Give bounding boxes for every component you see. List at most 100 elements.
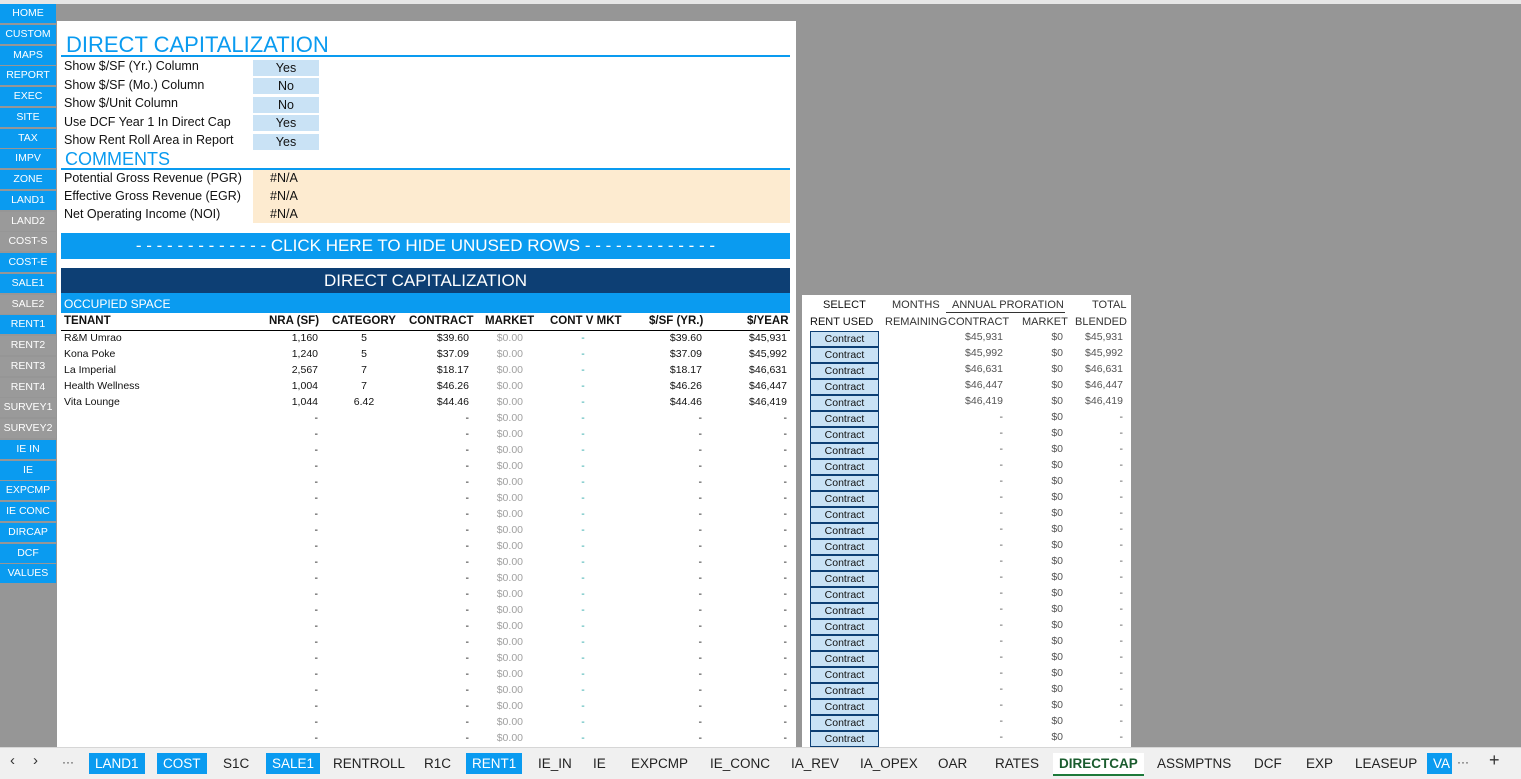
nav-home-button[interactable]: HOME — [0, 4, 56, 23]
blended-total-value: - — [1119, 651, 1124, 663]
tab-more-right-icon[interactable]: ··· — [1457, 755, 1469, 769]
sheet-tab-ia-opex[interactable]: IA_OPEX — [854, 753, 924, 774]
hide-unused-rows-button[interactable]: - - - - - - - - - - - - - CLICK HERE TO … — [61, 233, 790, 259]
nav-ie-conc-button[interactable]: IE CONC — [0, 502, 56, 521]
rent-used-dropdown[interactable]: Contract — [810, 475, 879, 491]
nav-expcmp-button[interactable]: EXPCMP — [0, 481, 56, 501]
nav-site-button[interactable]: SITE — [0, 107, 56, 127]
nav-rent1-button[interactable]: RENT1 — [0, 315, 56, 335]
sheet-tab-ie-in[interactable]: IE_IN — [532, 753, 578, 774]
nav-dcf-button[interactable]: DCF — [0, 543, 56, 563]
nav-values-button[interactable]: VALUES — [0, 564, 56, 584]
rent-used-dropdown[interactable]: Contract — [810, 651, 879, 667]
sheet-tab-ia-rev[interactable]: IA_REV — [785, 753, 845, 774]
rent-used-dropdown[interactable]: Contract — [810, 443, 879, 459]
rent-used-dropdown[interactable]: Contract — [810, 555, 879, 571]
add-sheet-icon[interactable]: + — [1489, 750, 1500, 771]
rent-selection-row: Contract - $0 - — [802, 555, 1131, 571]
rent-used-dropdown[interactable]: Contract — [810, 411, 879, 427]
rent-selection-row: Contract - $0 - — [802, 523, 1131, 539]
nav-rent2-button[interactable]: RENT2 — [0, 336, 56, 355]
nav-impv-button[interactable]: IMPV — [0, 149, 56, 169]
option-value-dropdown[interactable]: Yes — [253, 59, 319, 76]
rent-used-dropdown[interactable]: Contract — [810, 587, 879, 603]
remaining-header: REMAINING — [885, 316, 948, 328]
sheet-tab-va[interactable]: VA — [1427, 753, 1453, 774]
nav-survey2-button[interactable]: SURVEY2 — [0, 419, 56, 438]
rent-used-dropdown[interactable]: Contract — [810, 731, 879, 747]
rent-used-dropdown[interactable]: Contract — [810, 363, 879, 379]
cell-contract: - — [465, 428, 470, 440]
rent-used-dropdown[interactable]: Contract — [810, 507, 879, 523]
sheet-tab-oar[interactable]: OAR — [932, 753, 973, 774]
sheet-tab-assmptns[interactable]: ASSMPTNS — [1151, 753, 1237, 774]
prorated-market-value: $0 — [1051, 699, 1063, 711]
nav-rent3-button[interactable]: RENT3 — [0, 356, 56, 376]
rent-used-dropdown[interactable]: Contract — [810, 715, 879, 731]
rent-used-dropdown[interactable]: Contract — [810, 699, 879, 715]
nav-maps-button[interactable]: MAPS — [0, 45, 56, 65]
option-value-dropdown[interactable]: Yes — [253, 115, 319, 131]
cell-psf: - — [698, 652, 703, 664]
nav-survey1-button[interactable]: SURVEY1 — [0, 398, 56, 418]
cell-cont-v-mkt: - — [581, 604, 585, 616]
rent-used-dropdown[interactable]: Contract — [810, 571, 879, 587]
nav-rent4-button[interactable]: RENT4 — [0, 377, 56, 397]
rent-used-dropdown[interactable]: Contract — [810, 683, 879, 699]
col-cont-v-mkt: CONT V MKT — [550, 315, 622, 327]
nav-tax-button[interactable]: TAX — [0, 128, 56, 148]
sheet-tab-s1c[interactable]: S1C — [217, 753, 255, 774]
rent-used-dropdown[interactable]: Contract — [810, 523, 879, 539]
sheet-tab-rates[interactable]: RATES — [989, 753, 1045, 774]
option-value-dropdown[interactable]: Yes — [253, 133, 319, 150]
nav-report-button[interactable]: REPORT — [0, 66, 56, 86]
rent-used-dropdown[interactable]: Contract — [810, 619, 879, 635]
nav-land1-button[interactable]: LAND1 — [0, 190, 56, 210]
sheet-tab-r1c[interactable]: R1C — [418, 753, 457, 774]
rent-used-dropdown[interactable]: Contract — [810, 427, 879, 443]
rent-used-dropdown[interactable]: Contract — [810, 347, 879, 363]
nav-custom-button[interactable]: CUSTOM — [0, 24, 56, 44]
sheet-tab-cost[interactable]: COST — [157, 753, 207, 774]
rent-used-dropdown[interactable]: Contract — [810, 635, 879, 651]
sheet-tab-rent1[interactable]: RENT1 — [466, 753, 523, 774]
rent-used-dropdown[interactable]: Contract — [810, 379, 879, 395]
nav-zone-button[interactable]: ZONE — [0, 170, 56, 189]
rent-used-dropdown[interactable]: Contract — [810, 539, 879, 555]
sheet-tab-directcap[interactable]: DIRECTCAP — [1053, 753, 1144, 776]
option-value-dropdown[interactable]: No — [253, 96, 319, 113]
sheet-tab-expcmp[interactable]: EXPCMP — [625, 753, 694, 774]
prorated-contract-value: - — [999, 603, 1004, 615]
nav-sale1-button[interactable]: SALE1 — [0, 273, 56, 293]
nav-ie-button[interactable]: IE — [0, 460, 56, 480]
rent-used-dropdown[interactable]: Contract — [810, 667, 879, 683]
nav-sale2-button[interactable]: SALE2 — [0, 294, 56, 314]
sheet-tab-land1[interactable]: LAND1 — [89, 753, 145, 774]
cell-nra: 1,044 — [291, 396, 318, 408]
nav-dircap-button[interactable]: DIRCAP — [0, 522, 56, 542]
sheet-tab-ie[interactable]: IE — [587, 753, 612, 774]
rent-used-dropdown[interactable]: Contract — [810, 491, 879, 507]
cell-contract: $46.26 — [436, 380, 469, 392]
nav-ie-in-button[interactable]: IE IN — [0, 439, 56, 459]
tab-prev-icon[interactable]: ‹ — [10, 752, 15, 769]
sheet-tab-ie-conc[interactable]: IE_CONC — [704, 753, 776, 774]
nav-cost-s-button[interactable]: COST-S — [0, 232, 56, 252]
rent-used-dropdown[interactable]: Contract — [810, 459, 879, 475]
cell-psf: - — [698, 716, 703, 728]
rent-used-dropdown[interactable]: Contract — [810, 331, 879, 347]
sheet-tab-rentroll[interactable]: RENTROLL — [327, 753, 411, 774]
rent-used-dropdown[interactable]: Contract — [810, 395, 879, 411]
sheet-tab-dcf[interactable]: DCF — [1248, 753, 1288, 774]
sheet-tab-leaseup[interactable]: LEASEUP — [1349, 753, 1423, 774]
rent-used-dropdown[interactable]: Contract — [810, 603, 879, 619]
sheet-tab-sale1[interactable]: SALE1 — [266, 753, 321, 774]
nav-exec-button[interactable]: EXEC — [0, 87, 56, 106]
tab-next-icon[interactable]: › — [33, 752, 38, 769]
table-row: - - $0.00 - - - — [57, 460, 796, 476]
nav-land2-button[interactable]: LAND2 — [0, 211, 56, 231]
tab-more-left-icon[interactable]: ··· — [62, 755, 74, 769]
nav-cost-e-button[interactable]: COST-E — [0, 253, 56, 272]
option-value-dropdown[interactable]: No — [253, 78, 319, 94]
sheet-tab-exp[interactable]: EXP — [1300, 753, 1339, 774]
